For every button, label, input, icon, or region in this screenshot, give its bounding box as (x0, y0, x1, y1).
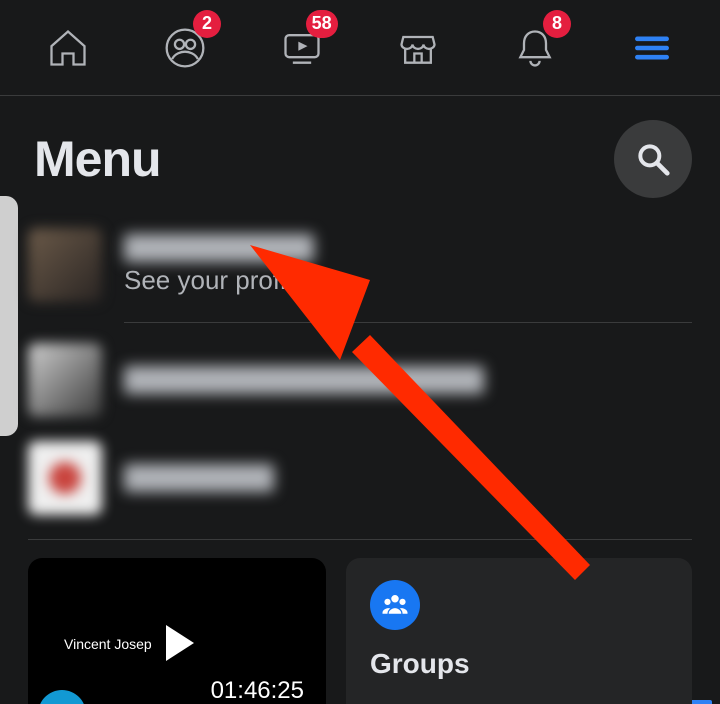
nav-marketplace[interactable] (386, 16, 450, 80)
profile-name-redacted (124, 234, 314, 262)
hamburger-icon (630, 26, 674, 70)
separator (124, 322, 692, 323)
top-nav: 2 58 8 (0, 0, 720, 96)
video-app-icon (38, 690, 86, 704)
groups-card[interactable]: Groups (346, 558, 692, 704)
side-handle (0, 196, 18, 436)
recent-video-card[interactable]: Vincent Josep 01:46:25 ZOOM (28, 558, 326, 704)
page-shortcut-row[interactable] (28, 331, 692, 429)
nav-menu[interactable] (620, 16, 684, 80)
nav-home[interactable] (36, 16, 100, 80)
page-name-redacted (124, 464, 274, 492)
avatar (28, 441, 102, 515)
video-caption: Vincent Josep (64, 636, 152, 652)
play-icon (166, 625, 194, 661)
nav-notifications[interactable]: 8 (503, 16, 567, 80)
avatar (28, 343, 102, 417)
avatar (28, 228, 102, 302)
groups-label: Groups (370, 648, 668, 680)
home-icon (46, 26, 90, 70)
notifications-badge: 8 (543, 10, 571, 38)
profile-texts: See your profile (124, 234, 314, 296)
profile-row[interactable]: See your profile (28, 216, 692, 314)
marketplace-icon (396, 26, 440, 70)
page-name-redacted (124, 366, 484, 394)
search-icon (634, 140, 672, 178)
page-title: Menu (34, 130, 161, 188)
separator (28, 539, 692, 540)
shortcut-cards: Vincent Josep 01:46:25 ZOOM Groups (0, 558, 720, 704)
watch-badge: 58 (306, 10, 338, 38)
page-shortcut-row[interactable] (28, 429, 692, 527)
nav-watch[interactable]: 58 (270, 16, 334, 80)
row-texts (124, 464, 274, 492)
profile-section: See your profile (0, 216, 720, 540)
menu-header: Menu (0, 96, 720, 216)
search-button[interactable] (614, 120, 692, 198)
friends-badge: 2 (193, 10, 221, 38)
video-duration: 01:46:25 ZOOM (211, 677, 304, 704)
row-texts (124, 366, 484, 394)
groups-icon (370, 580, 420, 630)
nav-friends[interactable]: 2 (153, 16, 217, 80)
profile-subtext: See your profile (124, 265, 314, 296)
